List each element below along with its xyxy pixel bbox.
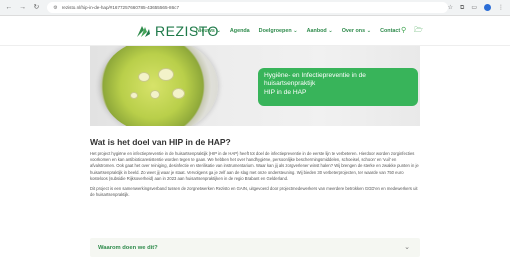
hero-title-card: Hygiëne- en Infectiepreventie in de huis…	[258, 68, 418, 106]
leaf-logo-icon	[137, 26, 150, 37]
bookmark-star-icon[interactable]: ☆	[448, 5, 453, 11]
chevron-down-icon: ⌄	[404, 244, 410, 251]
sidebar-icon[interactable]: ▭	[471, 5, 477, 11]
reload-icon[interactable]: ↻	[32, 3, 42, 13]
back-icon[interactable]: ←	[4, 3, 14, 13]
partnership-paragraph: Dit project is een samenwerkingsverband …	[90, 186, 418, 198]
accordion-label: Waarom doen we dit?	[98, 244, 158, 251]
colony-shape	[138, 72, 150, 82]
petri-dish-image	[100, 46, 218, 126]
nav-item-doelgroepen[interactable]: Doelgroepen ⌄	[259, 28, 298, 34]
profile-avatar[interactable]	[484, 4, 492, 11]
hero-title-line-3: HIP in de HAP	[264, 88, 307, 96]
search-icon[interactable]: ⚲	[401, 27, 406, 34]
page-title: Wat is het doel van HIP in de HAP?	[90, 137, 231, 147]
address-bar[interactable]: ⚙ rezisto.nl/hip-in-de-hap/#167725766078…	[47, 2, 448, 13]
header-actions: ⚲ 🗁	[401, 27, 423, 34]
main-content: Wat is het doel van HIP in de HAP? Het p…	[90, 137, 420, 202]
url-text: rezisto.nl/hip-in-de-hap/#1677257660785-…	[61, 5, 180, 10]
intro-paragraph: Het project hygiëne en infectiepreventie…	[90, 151, 419, 181]
nav-item-contact[interactable]: Contact	[380, 28, 400, 34]
folder-icon[interactable]: 🗁	[414, 27, 423, 34]
colony-shape	[158, 68, 174, 81]
colony-shape	[150, 90, 160, 99]
accordion-waarom[interactable]: Waarom doen we dit? ⌄	[90, 238, 420, 257]
browser-toolbar: ← → ↻ ⚙ rezisto.nl/hip-in-de-hap/#167725…	[0, 0, 510, 16]
menu-icon[interactable]: ⋮	[498, 5, 504, 11]
hero-title-line-1: Hygiëne- en Infectiepreventie in de	[264, 72, 366, 79]
nav-item-over-ons[interactable]: Over ons ⌄	[342, 28, 371, 34]
nav-item-agenda[interactable]: Agenda	[230, 28, 250, 34]
nav-item-nieuws[interactable]: Nieuws ⌄	[196, 28, 221, 34]
nav-item-aanbod[interactable]: Aanbod ⌄	[307, 28, 333, 34]
colony-shape	[130, 92, 138, 99]
site-header: REZISTO Nieuws ⌄ Agenda Doelgroepen ⌄ Aa…	[0, 16, 510, 46]
hero-title-line-2: huisartsenpraktijk	[264, 80, 316, 88]
extension-icon[interactable]: ⧉	[460, 5, 464, 11]
colony-shape	[172, 88, 185, 99]
site-info-icon[interactable]: ⚙	[53, 5, 57, 11]
forward-icon[interactable]: →	[18, 3, 28, 13]
main-navigation: Nieuws ⌄ Agenda Doelgroepen ⌄ Aanbod ⌄ O…	[196, 28, 400, 34]
browser-actions: ☆ ⧉ ▭ ⋮	[448, 4, 504, 11]
